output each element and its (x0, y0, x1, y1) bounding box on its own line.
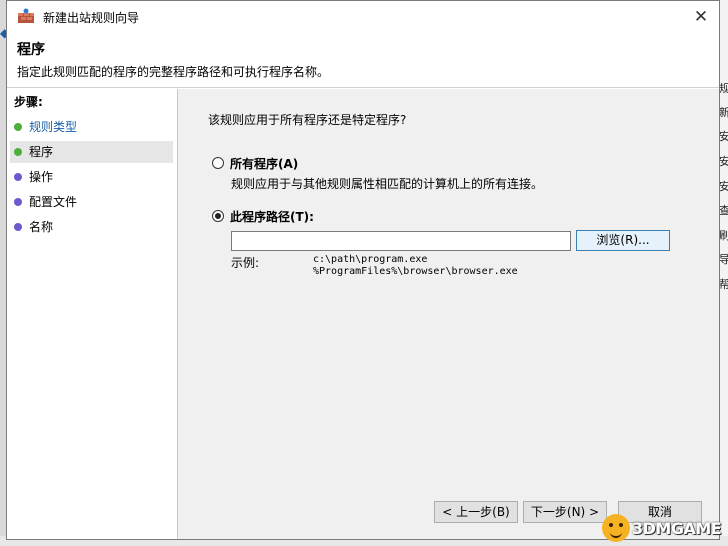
step-status-dot-icon (14, 198, 22, 206)
step-profile: 配置文件 (10, 191, 173, 213)
background-text-fragment: 帮 (719, 278, 728, 291)
smiley-logo-icon (602, 514, 630, 542)
page-description: 指定此规则匹配的程序的完整程序路径和可执行程序名称。 (17, 65, 330, 79)
background-text-fragment: 导 (719, 253, 728, 266)
background-text-fragment: 安 (719, 130, 728, 143)
option-program-path-label[interactable]: 此程序路径(T): (230, 208, 314, 225)
option-all-programs-label[interactable]: 所有程序(A) (230, 155, 298, 172)
steps-panel: 步骤: 规则类型 程序 操作 配置文件 名称 (7, 89, 177, 539)
next-button[interactable]: 下一步(N) > (523, 501, 607, 523)
page-header: 程序 指定此规则匹配的程序的完整程序路径和可执行程序名称。 (7, 33, 719, 88)
watermark-text: 3DMGAME (632, 519, 722, 538)
step-rule-type[interactable]: 规则类型 (10, 116, 173, 138)
background-text-fragment: 刷 (719, 229, 728, 242)
step-label: 程序 (29, 145, 54, 159)
steps-heading: 步骤: (14, 95, 43, 109)
page-title: 程序 (17, 42, 45, 58)
option-program-path[interactable]: 此程序路径(T): (212, 208, 342, 226)
option-all-programs-description: 规则应用于与其他规则属性相匹配的计算机上的所有连接。 (231, 177, 544, 191)
title-bar: 新建出站规则向导 ✕ (7, 1, 719, 33)
step-status-dot-icon (14, 148, 22, 156)
background-text-fragment: 规 (719, 82, 728, 95)
close-icon[interactable]: ✕ (689, 6, 713, 28)
example-path-line: %ProgramFiles%\browser\browser.exe (313, 266, 518, 277)
example-path-line: c:\path\program.exe (313, 254, 428, 265)
step-status-dot-icon (14, 173, 22, 181)
step-status-dot-icon (14, 223, 22, 231)
option-all-programs[interactable]: 所有程序(A) (212, 155, 332, 173)
background-text-fragment: 新 (719, 106, 728, 119)
step-action: 操作 (10, 166, 173, 188)
step-status-dot-icon (14, 123, 22, 131)
watermark: 3DMGAME (602, 514, 726, 544)
radio-program-path[interactable] (212, 210, 224, 222)
background-text-fragment: 安 (719, 180, 728, 193)
program-path-input[interactable] (231, 231, 571, 251)
step-label: 配置文件 (29, 195, 78, 209)
question-text: 该规则应用于所有程序还是特定程序? (208, 113, 407, 127)
example-paths: c:\path\program.exe %ProgramFiles%\browse… (313, 254, 518, 278)
background-text-fragment: 安 (719, 155, 728, 168)
window-title: 新建出站规则向导 (43, 11, 140, 25)
back-button[interactable]: < 上一步(B) (434, 501, 518, 523)
step-label: 操作 (29, 170, 54, 184)
browse-button[interactable]: 浏览(R)... (576, 230, 670, 251)
step-label: 名称 (29, 220, 54, 234)
step-label: 规则类型 (29, 120, 78, 134)
step-name: 名称 (10, 216, 173, 238)
step-program: 程序 (10, 141, 173, 163)
firewall-app-icon (17, 8, 35, 24)
example-label: 示例: (231, 256, 260, 270)
content-panel: 该规则应用于所有程序还是特定程序? 所有程序(A) 规则应用于与其他规则属性相匹… (178, 89, 719, 539)
background-text-fragment: 查 (719, 204, 728, 217)
wizard-window: 新建出站规则向导 ✕ 程序 指定此规则匹配的程序的完整程序路径和可执行程序名称。… (6, 0, 720, 540)
radio-all-programs[interactable] (212, 157, 224, 169)
